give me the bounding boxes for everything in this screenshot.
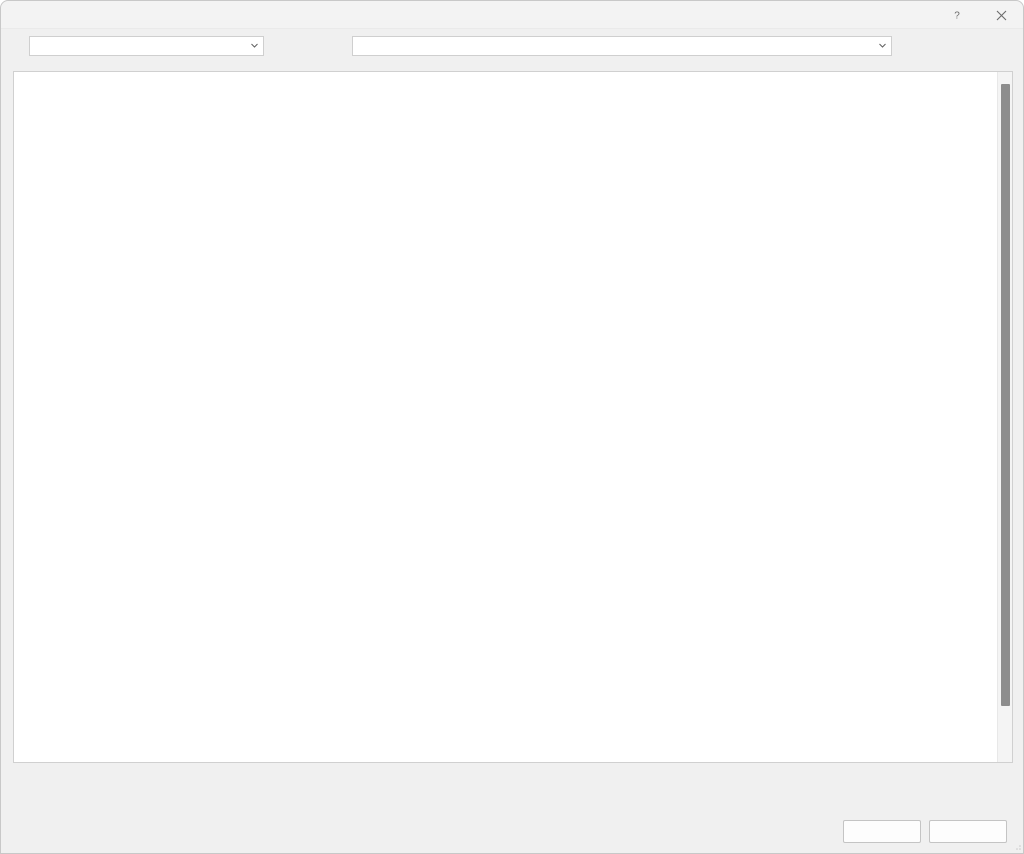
open-project-button[interactable] <box>843 820 921 843</box>
title-bar: ? <box>1 1 1023 29</box>
graph-gallery-window: ? <box>0 0 1024 854</box>
category-select[interactable] <box>29 36 264 56</box>
filter-toolbar <box>1 29 1023 63</box>
thumbnail-grid <box>14 72 999 76</box>
dialog-footer <box>1 809 1024 853</box>
chevron-down-icon <box>251 42 258 49</box>
search-input[interactable] <box>352 36 892 56</box>
gallery-panel <box>13 71 1013 763</box>
gallery-scrollbar[interactable] <box>997 72 1012 762</box>
help-icon[interactable]: ? <box>935 1 979 29</box>
resize-grip-icon[interactable] <box>1012 841 1022 851</box>
svg-text:?: ? <box>954 11 960 22</box>
scrollbar-thumb[interactable] <box>1001 84 1010 706</box>
close-button[interactable] <box>929 820 1007 843</box>
close-icon[interactable] <box>979 1 1023 29</box>
chevron-down-icon <box>879 42 886 49</box>
window-controls: ? <box>935 1 1023 29</box>
